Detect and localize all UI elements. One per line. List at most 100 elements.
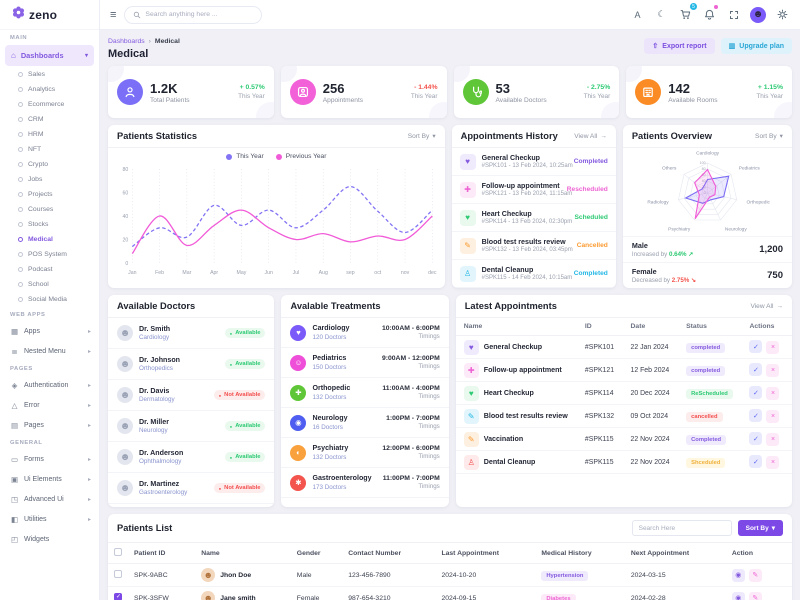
- settings-icon[interactable]: [775, 7, 790, 22]
- reject-button[interactable]: ×: [766, 364, 779, 377]
- column-header[interactable]: Next Appointment: [625, 543, 726, 564]
- reject-button[interactable]: ×: [766, 387, 779, 400]
- menu-toggle-icon[interactable]: ≡: [110, 9, 116, 21]
- treatment-list-item[interactable]: ✱ Gastroenterology 173 Doctors 11:00PM -…: [281, 468, 448, 498]
- patient-row[interactable]: SPK-9ABC ☻Jhon Doe Male 123-456-7890 202…: [108, 564, 792, 587]
- breadcrumb-dashboards[interactable]: Dashboards: [108, 38, 145, 45]
- column-header[interactable]: Actions: [741, 318, 792, 336]
- appointment-history-item[interactable]: ♙ Dental Cleanup #SPK115 - 14 Feb 2024, …: [452, 260, 616, 288]
- column-header[interactable]: Status: [678, 318, 741, 336]
- reject-button[interactable]: ×: [766, 410, 779, 423]
- sidebar-item[interactable]: ◧ Utilities ▸: [0, 509, 99, 529]
- sidebar-subitem[interactable]: Analytics: [0, 82, 99, 97]
- doctor-list-item[interactable]: ☻ Dr. Anderson Ophthalmology Available: [108, 442, 274, 473]
- column-header[interactable]: Medical History: [535, 543, 624, 564]
- reject-button[interactable]: ×: [766, 341, 779, 354]
- appointment-row[interactable]: ♥Heart Checkup #SPK114 20 Dec 2024 ReSch…: [456, 382, 792, 405]
- sidebar-item[interactable]: ◰ Widgets: [0, 529, 99, 549]
- sidebar-item-dashboards[interactable]: ⌂ Dashboards ▾: [5, 45, 94, 66]
- doctor-list-item[interactable]: ☻ Dr. Miller Neurology Available: [108, 411, 274, 442]
- edit-button[interactable]: ✎: [749, 592, 762, 600]
- treatment-list-item[interactable]: ◐ Psychiatry 132 Doctors 12:00PM - 6:00P…: [281, 438, 448, 468]
- column-header[interactable]: Date: [623, 318, 679, 336]
- search-box[interactable]: [124, 6, 262, 24]
- sidebar-subitem[interactable]: Podcast: [0, 262, 99, 277]
- sidebar-subitem[interactable]: Projects: [0, 187, 99, 202]
- reject-button[interactable]: ×: [766, 433, 779, 446]
- doctor-list-item[interactable]: ☻ Dr. Johnson Orthopedics Available: [108, 349, 274, 380]
- sidebar-subitem[interactable]: Jobs: [0, 172, 99, 187]
- patient-row[interactable]: SPK-3SFW ☻Jane smith Female 987-654-3210…: [108, 587, 792, 600]
- sidebar-subitem[interactable]: Crypto: [0, 157, 99, 172]
- column-header[interactable]: Patient ID: [128, 543, 195, 564]
- doctor-list-item[interactable]: ☻ Dr. Martinez Gastroenterology Not Avai…: [108, 473, 274, 504]
- doctor-list-item[interactable]: ☻ Dr. Davis Dermatology Not Available: [108, 380, 274, 411]
- approve-button[interactable]: ✓: [749, 363, 762, 376]
- appointment-row[interactable]: ✚Follow-up appointment #SPK121 12 Feb 20…: [456, 359, 792, 382]
- row-checkbox[interactable]: [114, 593, 122, 600]
- view-button[interactable]: ◉: [732, 569, 745, 582]
- notifications-icon[interactable]: [702, 7, 717, 22]
- treatment-list-item[interactable]: ♥ Cardiology 120 Doctors 10:00AM - 6:00P…: [281, 318, 448, 348]
- appointment-row[interactable]: ✎Vaccination #SPK115 22 Nov 2024 Complet…: [456, 428, 792, 451]
- sidebar-subitem[interactable]: Courses: [0, 202, 99, 217]
- appointment-history-item[interactable]: ♥ Heart Checkup #SPK114 - 13 Feb 2024, 0…: [452, 204, 616, 232]
- sidebar-item[interactable]: ▦ Apps ▸: [0, 321, 99, 341]
- column-header[interactable]: Action: [726, 543, 792, 564]
- treatment-list-item[interactable]: ✚ Orthopedic 132 Doctors 11:00AM - 4:00P…: [281, 378, 448, 408]
- appointment-history-item[interactable]: ♥ General Checkup #SPK101 - 13 Feb 2024,…: [452, 148, 616, 176]
- column-header[interactable]: Name: [195, 543, 291, 564]
- view-button[interactable]: ◉: [732, 592, 745, 600]
- sidebar-subitem[interactable]: NFT: [0, 142, 99, 157]
- sidebar-item[interactable]: ▭ Forms ▸: [0, 449, 99, 469]
- sidebar-subitem[interactable]: POS System: [0, 247, 99, 262]
- approve-button[interactable]: ✓: [749, 340, 762, 353]
- fullscreen-icon[interactable]: [726, 7, 741, 22]
- appointment-history-item[interactable]: ✚ Follow-up appointment #SPK121 - 13 Feb…: [452, 176, 616, 204]
- appointment-history-item[interactable]: ✎ Blood test results review #SPK132 - 13…: [452, 232, 616, 260]
- approve-button[interactable]: ✓: [749, 386, 762, 399]
- approve-button[interactable]: ✓: [749, 432, 762, 445]
- patients-search-input[interactable]: [632, 520, 732, 536]
- sidebar-item[interactable]: ▤ Pages ▸: [0, 415, 99, 435]
- edit-button[interactable]: ✎: [749, 569, 762, 582]
- sidebar-item[interactable]: ◳ Advanced Ui ▸: [0, 489, 99, 509]
- patients-sort-button[interactable]: Sort By▾: [738, 520, 783, 536]
- column-header[interactable]: ID: [577, 318, 623, 336]
- view-all-link[interactable]: View All→: [574, 133, 607, 140]
- app-logo[interactable]: zeno: [0, 0, 99, 30]
- appointment-row[interactable]: ♥General Checkup #SPK101 22 Jan 2024 com…: [456, 336, 792, 359]
- sidebar-subitem[interactable]: CRM: [0, 112, 99, 127]
- column-header[interactable]: Gender: [291, 543, 342, 564]
- sidebar-item[interactable]: ▣ Ui Elements ▸: [0, 469, 99, 489]
- column-header[interactable]: Last Appointment: [435, 543, 535, 564]
- select-all-checkbox[interactable]: [114, 548, 122, 556]
- appointment-row[interactable]: ✎Blood test results review #SPK132 09 Oc…: [456, 405, 792, 428]
- sidebar-subitem[interactable]: Medical: [0, 232, 99, 247]
- sidebar-subitem[interactable]: School: [0, 277, 99, 292]
- sort-by-button[interactable]: Sort By▾: [408, 132, 436, 140]
- approve-button[interactable]: ✓: [749, 409, 762, 422]
- cart-icon[interactable]: 5: [678, 7, 693, 22]
- search-input[interactable]: [145, 11, 253, 18]
- reject-button[interactable]: ×: [766, 456, 779, 469]
- doctor-list-item[interactable]: ☻ Dr. Smith Cardiology Available: [108, 318, 274, 349]
- sort-by-button[interactable]: Sort By▾: [755, 132, 783, 140]
- appointment-row[interactable]: ♙Dental Cleanup #SPK115 22 Nov 2024 Shce…: [456, 451, 792, 474]
- sidebar-subitem[interactable]: Social Media: [0, 292, 99, 307]
- user-avatar[interactable]: ☻: [750, 7, 766, 23]
- language-icon[interactable]: A: [630, 7, 645, 22]
- sidebar-item[interactable]: ≣ Nested Menu ▸: [0, 341, 99, 361]
- sidebar-subitem[interactable]: Sales: [0, 67, 99, 82]
- sidebar-subitem[interactable]: Ecommerce: [0, 97, 99, 112]
- export-report-button[interactable]: ⇧ Export report: [644, 38, 714, 54]
- treatment-list-item[interactable]: ◉ Neurology 16 Doctors 1:00PM - 7:00PM T…: [281, 408, 448, 438]
- column-header[interactable]: Contact Number: [342, 543, 435, 564]
- sidebar-item[interactable]: △ Error ▸: [0, 395, 99, 415]
- sidebar-subitem[interactable]: HRM: [0, 127, 99, 142]
- treatment-list-item[interactable]: ☺ Pediatrics 150 Doctors 9:00AM - 12:00P…: [281, 348, 448, 378]
- dark-mode-icon[interactable]: ☾: [654, 7, 669, 22]
- upgrade-plan-button[interactable]: ▥ Upgrade plan: [721, 38, 792, 54]
- view-all-link[interactable]: View All→: [750, 303, 783, 310]
- row-checkbox[interactable]: [114, 570, 122, 578]
